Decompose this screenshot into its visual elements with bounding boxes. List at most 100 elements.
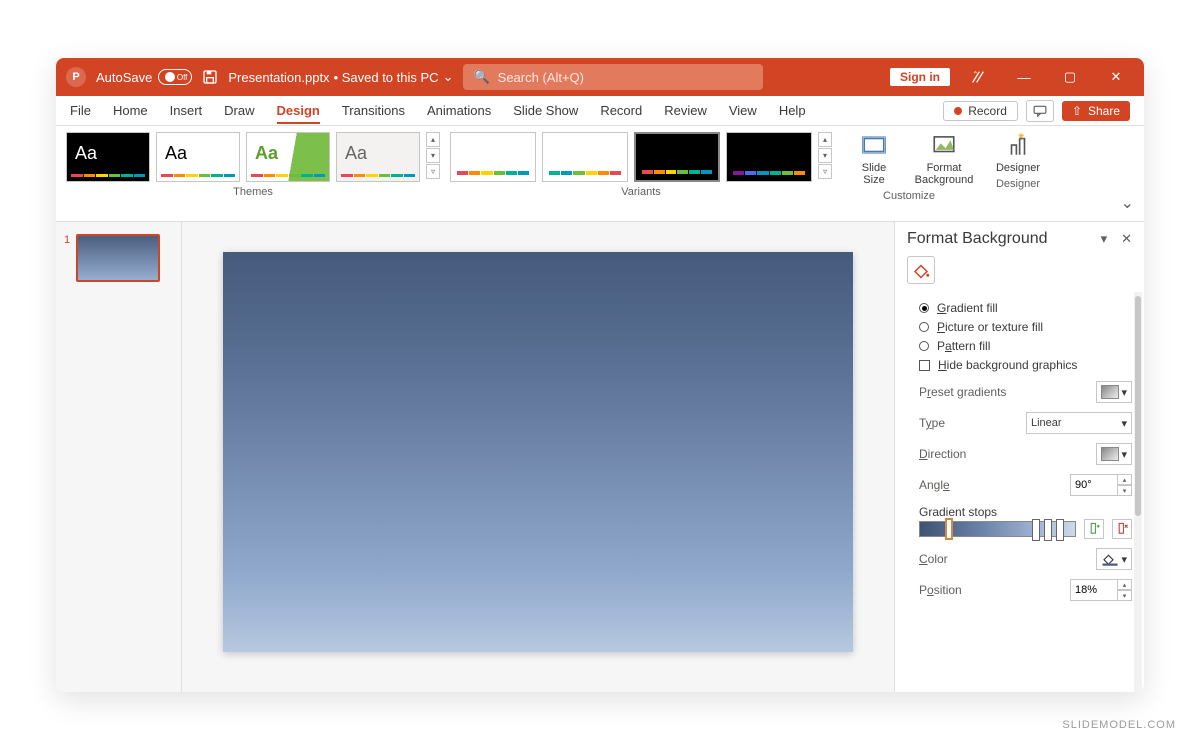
- pane-close-button[interactable]: ✕: [1121, 231, 1132, 247]
- search-icon: 🔍: [473, 69, 489, 85]
- close-button[interactable]: ✕: [1098, 58, 1134, 96]
- theme-thumbnail[interactable]: Aa: [156, 132, 240, 182]
- add-gradient-stop-button[interactable]: [1084, 519, 1104, 539]
- fill-tab-button[interactable]: [907, 256, 935, 284]
- tab-file[interactable]: File: [70, 103, 91, 118]
- tab-help[interactable]: Help: [779, 103, 806, 118]
- slide-canvas[interactable]: [223, 252, 853, 652]
- slide-size-label: Slide Size: [862, 162, 886, 186]
- designer-button[interactable]: Designer: [986, 132, 1050, 174]
- gradient-stops-label: Gradient stops: [919, 505, 1132, 519]
- radio-icon: [919, 322, 929, 332]
- tab-draw[interactable]: Draw: [224, 103, 254, 118]
- ribbon-design: Aa Aa Aa Aa ▴▾▿ Themes ▴▾▿ Variants: [56, 126, 1144, 222]
- angle-input[interactable]: ▴▾: [1070, 474, 1132, 496]
- spin-down-icon[interactable]: ▾: [1118, 590, 1132, 601]
- toggle-switch[interactable]: Off: [158, 69, 192, 85]
- gradient-stop[interactable]: [1056, 519, 1064, 541]
- theme-thumbnail[interactable]: Aa: [246, 132, 330, 182]
- document-title[interactable]: Presentation.pptx • Saved to this PC ⌄: [228, 69, 453, 85]
- variant-thumbnail[interactable]: [726, 132, 812, 182]
- pane-options-icon[interactable]: ▾: [1101, 231, 1108, 247]
- minimize-button[interactable]: —: [1006, 58, 1042, 96]
- angle-value[interactable]: [1070, 474, 1118, 496]
- picture-fill-label: icture or texture fill: [945, 320, 1043, 334]
- hide-bg-graphics-checkbox[interactable]: Hide background graphics: [919, 358, 1132, 372]
- spin-up-icon[interactable]: ▴: [1118, 474, 1132, 485]
- chevron-down-icon: ⌄: [443, 69, 454, 85]
- scrollbar-thumb[interactable]: [1135, 296, 1141, 516]
- variant-thumbnail[interactable]: [542, 132, 628, 182]
- group-label: Themes: [233, 186, 273, 198]
- format-background-pane: Format Background ▾ ✕ Gradient fill Pict…: [894, 222, 1144, 692]
- search-input[interactable]: 🔍 Search (Alt+Q): [463, 64, 763, 90]
- slide-canvas-area: [182, 222, 894, 692]
- tab-animations[interactable]: Animations: [427, 103, 491, 118]
- ribbon-mode-icon[interactable]: [960, 58, 996, 96]
- chevron-down-icon: ▾: [1121, 553, 1127, 566]
- fill-option-picture[interactable]: Picture or texture fill: [919, 320, 1132, 334]
- slide-thumbnail-1[interactable]: 1: [64, 234, 173, 282]
- tab-slideshow[interactable]: Slide Show: [513, 103, 578, 118]
- powerpoint-window: P AutoSave Off Presentation.pptx • Saved…: [56, 58, 1144, 692]
- maximize-button[interactable]: ▢: [1052, 58, 1088, 96]
- gradient-stop[interactable]: [1032, 519, 1040, 541]
- direction-dropdown[interactable]: ▾: [1096, 443, 1132, 465]
- toggle-knob-icon: [165, 72, 175, 82]
- remove-gradient-stop-button[interactable]: [1112, 519, 1132, 539]
- format-background-button[interactable]: Format Background: [912, 132, 976, 186]
- tab-transitions[interactable]: Transitions: [342, 103, 405, 118]
- tab-design[interactable]: Design: [277, 103, 320, 124]
- share-button[interactable]: ⇧Share: [1062, 101, 1130, 121]
- record-button[interactable]: Record: [943, 101, 1018, 121]
- fill-option-gradient[interactable]: Gradient fill: [919, 301, 1132, 315]
- pane-scrollbar[interactable]: [1134, 292, 1142, 692]
- variant-thumbnail[interactable]: [634, 132, 720, 182]
- variants-gallery-more[interactable]: ▴▾▿: [818, 132, 832, 179]
- group-label: Variants: [621, 186, 661, 198]
- theme-thumbnail[interactable]: Aa: [66, 132, 150, 182]
- spin-up-icon[interactable]: ▴: [1118, 579, 1132, 590]
- tab-review[interactable]: Review: [664, 103, 707, 118]
- group-customize: Slide Size Format Background Customize: [842, 132, 976, 221]
- spin-down-icon[interactable]: ▾: [1118, 485, 1132, 496]
- add-stop-icon: [1087, 522, 1101, 536]
- gradient-stop[interactable]: [1044, 519, 1052, 541]
- collapse-ribbon-icon[interactable]: ⌄: [1121, 193, 1134, 213]
- position-input[interactable]: ▴▾: [1070, 579, 1132, 601]
- sign-in-button[interactable]: Sign in: [890, 68, 950, 86]
- color-dropdown[interactable]: ▾: [1096, 548, 1132, 570]
- gradient-stops-bar[interactable]: [919, 521, 1076, 537]
- format-background-icon: [931, 132, 957, 158]
- variant-thumbnail[interactable]: [450, 132, 536, 182]
- pane-body: Gradient fill Picture or texture fill Pa…: [895, 292, 1144, 692]
- tab-insert[interactable]: Insert: [170, 103, 203, 118]
- autosave-toggle[interactable]: AutoSave Off: [96, 69, 192, 85]
- radio-icon: [919, 303, 929, 313]
- slide-size-button[interactable]: Slide Size: [842, 132, 906, 186]
- tab-record[interactable]: Record: [600, 103, 642, 118]
- preset-gradients-dropdown[interactable]: ▾: [1096, 381, 1132, 403]
- thumb-number: 1: [64, 234, 70, 282]
- type-dropdown[interactable]: Linear▾: [1026, 412, 1132, 434]
- more-icon: ▿: [426, 164, 440, 179]
- autosave-state: Off: [177, 73, 188, 82]
- share-icon: ⇧: [1072, 104, 1082, 118]
- comments-button[interactable]: [1026, 100, 1054, 122]
- autosave-label: AutoSave: [96, 70, 152, 85]
- tab-home[interactable]: Home: [113, 103, 148, 118]
- remove-stop-icon: [1115, 522, 1129, 536]
- workspace: 1 Format Background ▾ ✕ Gradient fill Pi…: [56, 222, 1144, 692]
- tab-view[interactable]: View: [729, 103, 757, 118]
- save-icon[interactable]: [202, 69, 218, 85]
- gradient-stop[interactable]: [945, 518, 953, 540]
- document-name: Presentation.pptx: [228, 70, 329, 85]
- watermark: SLIDEMODEL.COM: [1062, 719, 1176, 731]
- paint-bucket-icon: [912, 261, 930, 279]
- fill-option-pattern[interactable]: Pattern fill: [919, 339, 1132, 353]
- slide-size-icon: [861, 132, 887, 158]
- theme-thumbnail[interactable]: Aa: [336, 132, 420, 182]
- more-icon: ▿: [818, 164, 832, 179]
- position-value[interactable]: [1070, 579, 1118, 601]
- themes-gallery-more[interactable]: ▴▾▿: [426, 132, 440, 179]
